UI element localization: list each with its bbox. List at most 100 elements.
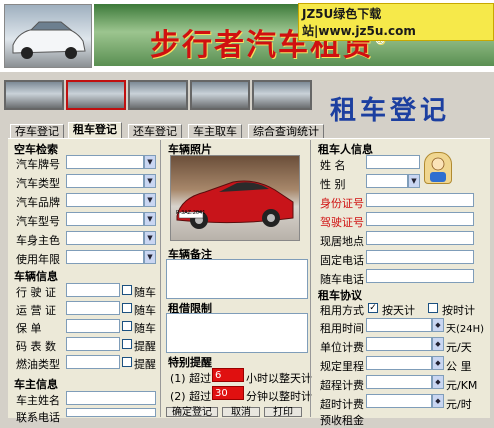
by-day-checkbox[interactable]: ✓ <box>368 303 378 313</box>
fuel-type-input[interactable] <box>66 355 120 369</box>
empty-car-search-title: 空车检索 <box>14 143 58 156</box>
rent-limit-textarea[interactable] <box>166 313 308 353</box>
spinner-icon[interactable]: ◆ <box>432 375 444 389</box>
car-photo <box>170 155 300 241</box>
field-label: 码 表 数 <box>16 340 56 353</box>
tab-owner-pickup[interactable]: 车主取车 <box>188 124 242 139</box>
tab-query-stats[interactable]: 综合查询统计 <box>248 124 324 139</box>
unit-price-input[interactable] <box>366 337 432 351</box>
chevron-down-icon[interactable]: ▼ <box>144 155 156 169</box>
remind-checkbox[interactable] <box>122 357 132 367</box>
car-brand-select[interactable] <box>66 193 144 207</box>
with-car-checkbox[interactable] <box>122 303 132 313</box>
rental-agreement-title: 租车协议 <box>318 289 362 302</box>
owner-name-input[interactable] <box>66 391 156 405</box>
chevron-down-icon[interactable]: ▼ <box>144 174 156 188</box>
operation-permit-input[interactable] <box>66 301 120 315</box>
spinner-icon[interactable]: ◆ <box>432 318 444 332</box>
spinner-icon[interactable]: ◆ <box>432 356 444 370</box>
spinner-icon[interactable]: ◆ <box>432 337 444 351</box>
field-label: 规定里程 <box>320 360 364 373</box>
plate-number-input[interactable] <box>66 155 144 169</box>
mobile-input[interactable] <box>366 269 474 283</box>
chevron-down-icon[interactable]: ▼ <box>144 193 156 207</box>
unit-label: 元/天 <box>446 341 472 354</box>
landline-input[interactable] <box>366 250 474 264</box>
car-thumbnail[interactable] <box>4 80 64 110</box>
insurance-input[interactable] <box>66 319 120 333</box>
field-label: 身份证号 <box>320 197 364 210</box>
field-label: 姓 名 <box>320 159 346 172</box>
tab-return-car[interactable]: 还车登记 <box>128 124 182 139</box>
car-type-select[interactable] <box>66 174 144 188</box>
unit-label: 元/时 <box>446 398 472 411</box>
field-label: 燃油类型 <box>16 358 60 371</box>
years-used-select[interactable] <box>66 250 144 264</box>
field-label: 超时计费 <box>320 398 364 411</box>
check-label: 随车 <box>134 322 156 335</box>
field-label: 车主姓名 <box>16 394 60 407</box>
car-thumbnail[interactable] <box>190 80 250 110</box>
cancel-button[interactable]: 取消 <box>222 407 260 418</box>
id-number-input[interactable] <box>366 193 474 207</box>
field-label: 汽车牌号 <box>16 158 60 171</box>
divider <box>310 140 311 417</box>
odometer-input[interactable] <box>66 337 120 351</box>
remarks-textarea[interactable] <box>166 259 308 299</box>
tab-store-car[interactable]: 存车登记 <box>10 124 64 139</box>
chevron-down-icon[interactable]: ▼ <box>408 174 420 188</box>
car-model-select[interactable] <box>66 212 144 226</box>
chevron-down-icon[interactable]: ▼ <box>144 212 156 226</box>
field-label: 性 别 <box>320 178 346 191</box>
divider <box>160 140 161 417</box>
remind-checkbox[interactable] <box>122 339 132 349</box>
minute-threshold-input[interactable]: 30 <box>212 386 244 400</box>
reminder-prefix: (2) 超过 <box>170 390 212 403</box>
hour-threshold-input[interactable]: 6 <box>212 368 244 382</box>
check-label: 提醒 <box>134 358 156 371</box>
field-label: 联系电话 <box>16 411 60 424</box>
with-car-checkbox[interactable] <box>122 285 132 295</box>
owner-phone-input[interactable] <box>66 408 156 417</box>
check-label: 随车 <box>134 304 156 317</box>
renter-name-input[interactable] <box>366 155 420 169</box>
car-thumbnail[interactable] <box>128 80 188 110</box>
with-car-checkbox[interactable] <box>122 321 132 331</box>
driver-license-input[interactable] <box>366 212 474 226</box>
field-label: 租用时间 <box>320 322 364 335</box>
field-label: 汽车类型 <box>16 177 60 190</box>
field-label: 预收租金 <box>320 414 364 427</box>
owner-info-title: 车主信息 <box>14 378 58 391</box>
chevron-down-icon[interactable]: ▼ <box>144 231 156 245</box>
reminder-title: 特别提醒 <box>168 356 212 369</box>
check-label: 随车 <box>134 286 156 299</box>
mileage-limit-input[interactable] <box>366 356 432 370</box>
field-label: 超程计费 <box>320 379 364 392</box>
over-mileage-fee-input[interactable] <box>366 375 432 389</box>
over-time-fee-input[interactable] <box>366 394 432 408</box>
license-input[interactable] <box>66 283 120 297</box>
gender-select[interactable] <box>366 174 408 188</box>
avatar-icon <box>424 152 452 184</box>
chevron-down-icon[interactable]: ▼ <box>144 250 156 264</box>
field-label: 保 单 <box>16 322 42 335</box>
car-illustration <box>12 21 86 59</box>
page-title: 租车登记 <box>330 96 451 126</box>
car-illustration <box>176 180 294 229</box>
field-label: 单位计费 <box>320 341 364 354</box>
body-color-select[interactable] <box>66 231 144 245</box>
confirm-register-button[interactable]: 确定登记 <box>166 407 218 418</box>
field-label: 使用年限 <box>16 253 60 266</box>
address-input[interactable] <box>366 231 474 245</box>
check-label: 按天计 <box>382 304 415 317</box>
spinner-icon[interactable]: ◆ <box>432 394 444 408</box>
by-hour-checkbox[interactable] <box>428 303 438 313</box>
car-thumbnail[interactable] <box>252 80 312 110</box>
rental-days-input[interactable] <box>366 318 432 332</box>
print-button[interactable]: 打印 <box>264 407 302 418</box>
car-thumbnail-selected[interactable] <box>66 80 126 110</box>
field-label: 行 驶 证 <box>16 286 56 299</box>
check-label: 按时计 <box>442 304 475 317</box>
field-label: 车身主色 <box>16 234 60 247</box>
renter-info-title: 租车人信息 <box>318 143 373 156</box>
